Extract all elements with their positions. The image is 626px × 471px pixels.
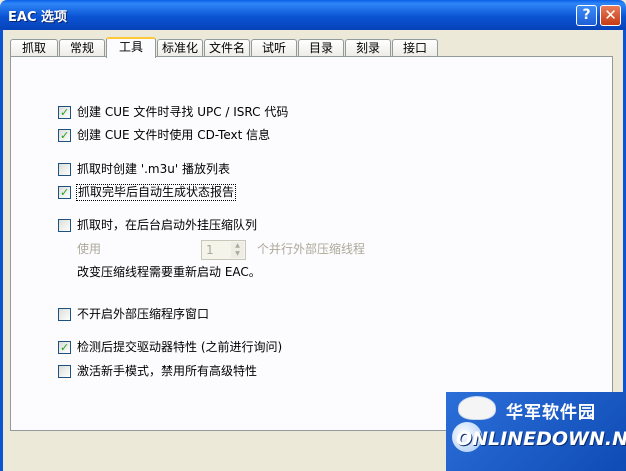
checkbox-status-report[interactable]: ✓: [58, 186, 71, 199]
window-title: EAC 选项: [8, 10, 68, 25]
checkbox-beginner-mode[interactable]: [58, 365, 71, 378]
watermark-en-text: ONLINEDOWN.NET: [456, 428, 626, 450]
thread-count-spinner[interactable]: 1 ▲ ▼: [201, 240, 246, 260]
watermark-cn-text: 华军软件园: [506, 403, 596, 423]
checkbox-ext-queue[interactable]: [58, 219, 71, 232]
threads-suffix-label: 个并行外部压缩线程: [257, 242, 366, 256]
label-cue-cdtext: 创建 CUE 文件时使用 CD-Text 信息: [77, 128, 271, 142]
checkbox-m3u[interactable]: [58, 163, 71, 176]
checkbox-submit-drive[interactable]: ✓: [58, 341, 71, 354]
label-beginner-mode: 激活新手模式，禁用所有高级特性: [77, 364, 258, 378]
check-icon: ✓: [60, 129, 70, 142]
spin-down-icon[interactable]: ▼: [231, 250, 244, 258]
check-icon: ✓: [60, 106, 70, 119]
label-submit-drive: 检测后提交驱动器特性 (之前进行询问): [77, 340, 283, 354]
label-cue-upc: 创建 CUE 文件时寻找 UPC / ISRC 代码: [77, 105, 289, 119]
spinner-buttons: ▲ ▼: [231, 242, 244, 258]
title-bar: EAC 选项 ? ✕: [0, 0, 626, 30]
check-icon: ✓: [60, 186, 70, 199]
tab-tools[interactable]: 工具: [106, 37, 156, 58]
spin-up-icon[interactable]: ▲: [231, 242, 244, 250]
threads-use-label: 使用: [77, 242, 102, 256]
tab-filename[interactable]: 文件名: [204, 39, 250, 57]
checkbox-cue-cdtext[interactable]: ✓: [58, 129, 71, 142]
label-ext-queue: 抓取时，在后台启动外挂压缩队列: [77, 218, 258, 232]
help-button[interactable]: ?: [576, 5, 597, 26]
threads-restart-note: 改变压缩线程需要重新启动 EAC。: [77, 265, 261, 279]
thread-count-value: 1: [206, 243, 214, 257]
tab-preview[interactable]: 试听: [251, 39, 297, 57]
label-status-report: 抓取完毕后自动生成状态报告: [75, 184, 237, 201]
close-button[interactable]: ✕: [600, 5, 621, 26]
label-no-ext-window: 不开启外部压缩程序窗口: [77, 307, 210, 321]
mouse-icon: [458, 396, 496, 420]
tab-normalize[interactable]: 标准化: [157, 39, 203, 57]
check-icon: ✓: [60, 341, 70, 354]
watermark-logo: 华军软件园 ONLINEDOWN.NET: [446, 392, 626, 471]
tab-catalog[interactable]: 目录: [298, 39, 344, 57]
tab-general[interactable]: 常规: [59, 39, 105, 57]
checkbox-no-ext-window[interactable]: [58, 308, 71, 321]
tab-burn[interactable]: 刻录: [345, 39, 391, 57]
checkbox-cue-upc[interactable]: ✓: [58, 106, 71, 119]
tab-interface[interactable]: 接口: [392, 39, 438, 57]
label-m3u: 抓取时创建 '.m3u' 播放列表: [77, 162, 230, 176]
tab-rip[interactable]: 抓取: [10, 39, 58, 57]
window-frame-left: [0, 30, 3, 471]
